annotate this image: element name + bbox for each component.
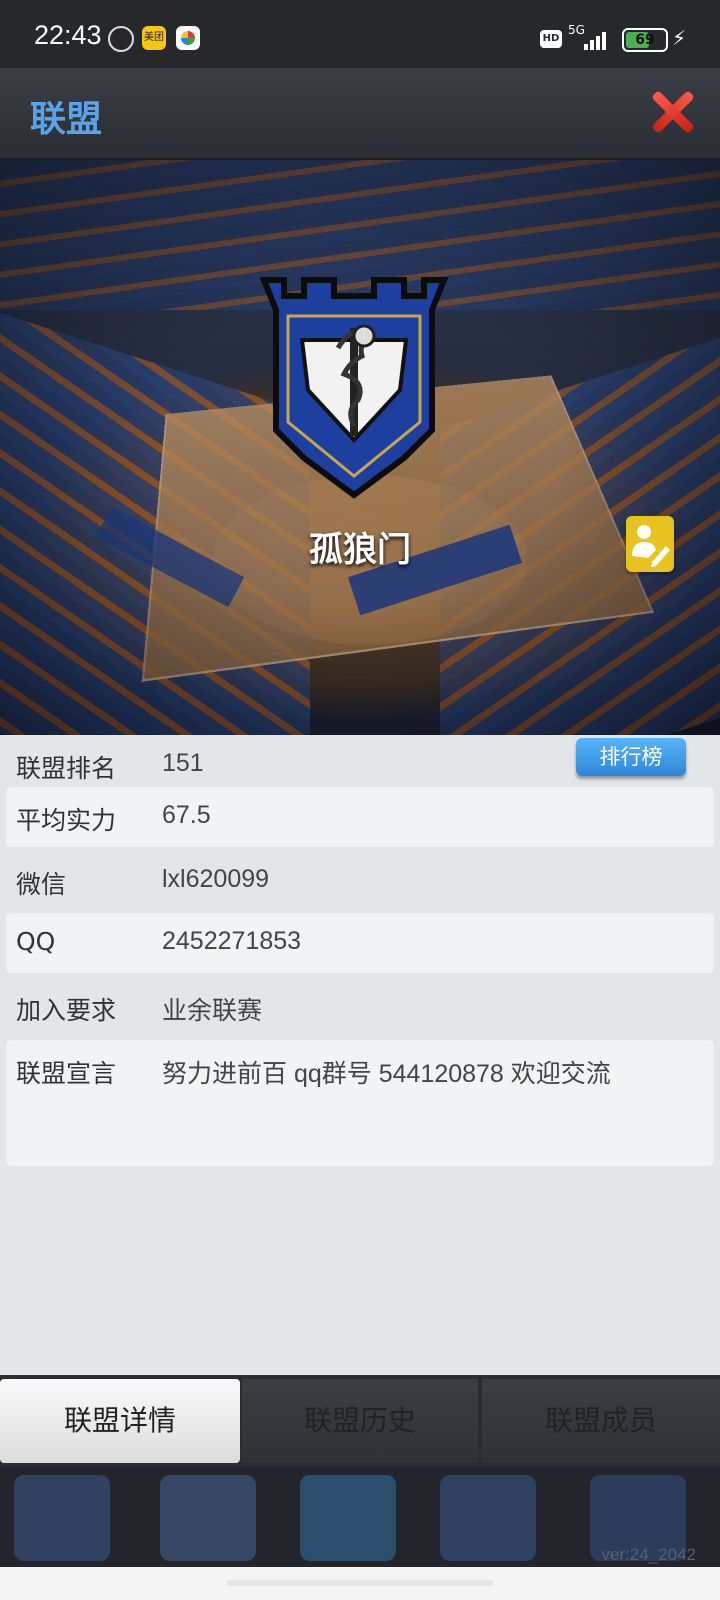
meituan-app-icon: 美团 (142, 26, 166, 50)
power-value: 67.5 (162, 801, 211, 829)
tab-league-details[interactable]: 联盟详情 (0, 1379, 240, 1463)
nav-team-icon[interactable] (440, 1475, 536, 1561)
info-row-qq: QQ 2452271853 (6, 913, 714, 973)
charging-icon: ⚡ (672, 26, 687, 50)
team-emblem-icon (259, 277, 449, 499)
edit-team-button[interactable] (626, 516, 674, 572)
qq-label: QQ (16, 927, 56, 956)
qq-value: 2452271853 (162, 927, 302, 955)
nav-home-icon[interactable] (14, 1475, 110, 1561)
info-row-manifesto: 联盟宣言 努力进前百 qq群号 544120878 欢迎交流 (6, 1040, 714, 1166)
rank-value: 151 (162, 749, 204, 777)
bottom-tabs: 联盟详情 联盟历史 联盟成员 (0, 1375, 720, 1467)
tab-league-members[interactable]: 联盟成员 (482, 1379, 720, 1463)
alarm-icon (108, 26, 134, 52)
wechat-value: lxl620099 (162, 865, 270, 893)
power-label: 平均实力 (16, 806, 117, 835)
tab-league-history[interactable]: 联盟历史 (242, 1379, 478, 1463)
version-label: ver:24_2042 (601, 1545, 696, 1564)
page-title: 联盟 (30, 99, 103, 140)
status-bar: 22:43 美团 HD 5G 69 ⚡ (0, 0, 720, 68)
close-icon[interactable] (648, 88, 696, 136)
info-row-power: 平均实力 67.5 (6, 787, 714, 847)
rank-label: 联盟排名 (16, 754, 117, 783)
signal-icon (580, 28, 608, 50)
ranking-button[interactable]: 排行榜 (576, 738, 686, 776)
join-requirement-value: 业余联赛 (162, 997, 263, 1025)
hd-icon: HD (540, 30, 562, 48)
info-row-join: 加入要求 业余联赛 (6, 977, 714, 1037)
join-requirement-label: 加入要求 (16, 996, 117, 1025)
league-info-panel: 联盟排名 151 排行榜 平均实力 67.5 微信 lxl620099 QQ 2… (0, 735, 720, 1375)
manifesto-value: 努力进前百 qq群号 544120878 欢迎交流 (162, 1060, 611, 1088)
info-row-wechat: 微信 lxl620099 (6, 851, 714, 911)
arena-banner: 孤狼门 (0, 160, 720, 735)
edit-profile-icon (632, 525, 670, 567)
app-notification-icon (176, 26, 200, 50)
header-bar: 联盟 (0, 68, 720, 160)
team-name: 孤狼门 (309, 530, 411, 570)
battery-icon: 69 (622, 28, 668, 52)
battery-level: 69 (635, 32, 655, 48)
info-row-rank: 联盟排名 151 排行榜 (6, 735, 714, 795)
wechat-label: 微信 (16, 870, 67, 899)
nav-league-icon[interactable] (300, 1475, 396, 1561)
manifesto-label: 联盟宣言 (16, 1059, 117, 1088)
home-indicator[interactable] (226, 1580, 494, 1586)
status-time: 22:43 (34, 20, 102, 50)
nav-shop-icon[interactable] (160, 1475, 256, 1561)
